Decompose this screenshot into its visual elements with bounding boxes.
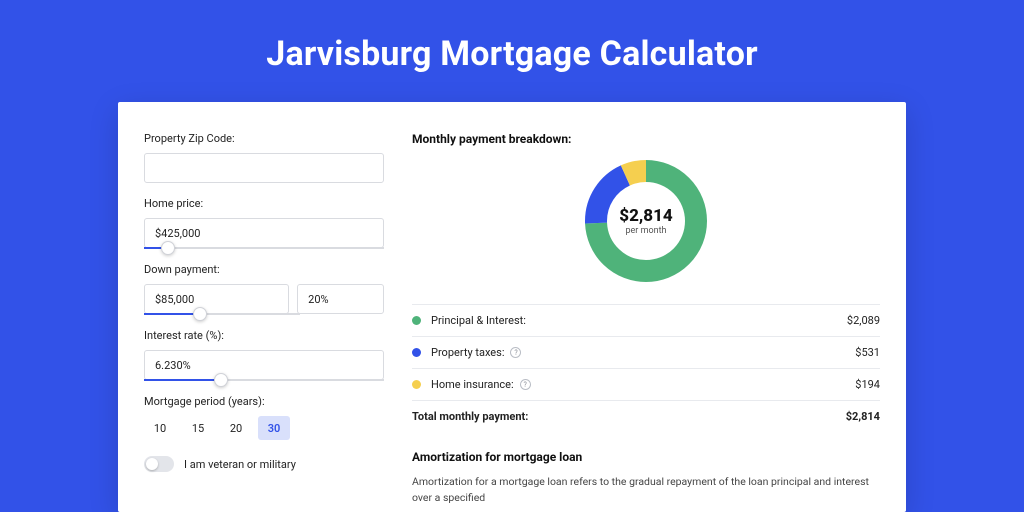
veteran-toggle[interactable] [144, 456, 174, 472]
price-input[interactable] [144, 218, 384, 248]
page-title: Jarvisburg Mortgage Calculator [0, 0, 1024, 102]
rate-slider-thumb[interactable] [214, 373, 228, 387]
legend-amount-principal: $2,089 [847, 314, 880, 327]
legend-row-principal: Principal & Interest: $2,089 [412, 305, 880, 337]
legend-amount-insurance: $194 [855, 378, 880, 391]
down-slider[interactable] [144, 313, 300, 315]
rate-group: Interest rate (%): [144, 329, 384, 381]
period-segmented: 10 15 20 30 [144, 416, 384, 440]
veteran-label: I am veteran or military [184, 458, 296, 471]
donut-center: $2,814 per month [583, 158, 709, 284]
down-percent-input[interactable] [297, 284, 384, 314]
veteran-row: I am veteran or military [144, 456, 384, 472]
legend-row-total: Total monthly payment: $2,814 [412, 401, 880, 432]
legend-row-insurance: Home insurance: ? $194 [412, 369, 880, 401]
breakdown-column: Monthly payment breakdown: $2,814 per mo… [412, 132, 880, 512]
legend-label-taxes: Property taxes: ? [431, 346, 855, 359]
price-slider-thumb[interactable] [161, 241, 175, 255]
down-label: Down payment: [144, 263, 384, 276]
legend-label-insurance: Home insurance: ? [431, 378, 855, 391]
period-group: Mortgage period (years): 10 15 20 30 [144, 395, 384, 440]
donut-chart: $2,814 per month [583, 158, 709, 284]
zip-input[interactable] [144, 153, 384, 183]
donut-total: $2,814 [619, 206, 672, 226]
price-label: Home price: [144, 197, 384, 210]
period-option-10[interactable]: 10 [144, 416, 176, 440]
donut-subtext: per month [625, 226, 666, 236]
swatch-principal [412, 316, 421, 325]
swatch-taxes [412, 348, 421, 357]
calculator-panel: Property Zip Code: Home price: Down paym… [118, 102, 906, 512]
info-icon[interactable]: ? [510, 347, 521, 358]
legend-amount-total: $2,814 [846, 410, 880, 423]
legend-amount-taxes: $531 [855, 346, 880, 359]
form-column: Property Zip Code: Home price: Down paym… [144, 132, 384, 512]
info-icon[interactable]: ? [520, 379, 531, 390]
amortization-body: Amortization for a mortgage loan refers … [412, 474, 880, 506]
price-slider[interactable] [144, 247, 384, 249]
hero-banner: Jarvisburg Mortgage Calculator Property … [0, 0, 1024, 512]
down-group: Down payment: [144, 263, 384, 315]
rate-label: Interest rate (%): [144, 329, 384, 342]
down-slider-thumb[interactable] [193, 307, 207, 321]
period-option-30[interactable]: 30 [258, 416, 290, 440]
legend: Principal & Interest: $2,089 Property ta… [412, 304, 880, 432]
swatch-insurance [412, 380, 421, 389]
zip-label: Property Zip Code: [144, 132, 384, 145]
legend-label-total: Total monthly payment: [412, 410, 846, 423]
period-label: Mortgage period (years): [144, 395, 384, 408]
breakdown-title: Monthly payment breakdown: [412, 132, 880, 146]
legend-label-principal: Principal & Interest: [431, 314, 847, 327]
legend-row-taxes: Property taxes: ? $531 [412, 337, 880, 369]
rate-input[interactable] [144, 350, 384, 380]
period-option-15[interactable]: 15 [182, 416, 214, 440]
period-option-20[interactable]: 20 [220, 416, 252, 440]
rate-slider[interactable] [144, 379, 384, 381]
down-amount-input[interactable] [144, 284, 289, 314]
donut-chart-wrap: $2,814 per month [412, 158, 880, 284]
zip-group: Property Zip Code: [144, 132, 384, 183]
price-group: Home price: [144, 197, 384, 249]
amortization-title: Amortization for mortgage loan [412, 450, 880, 464]
